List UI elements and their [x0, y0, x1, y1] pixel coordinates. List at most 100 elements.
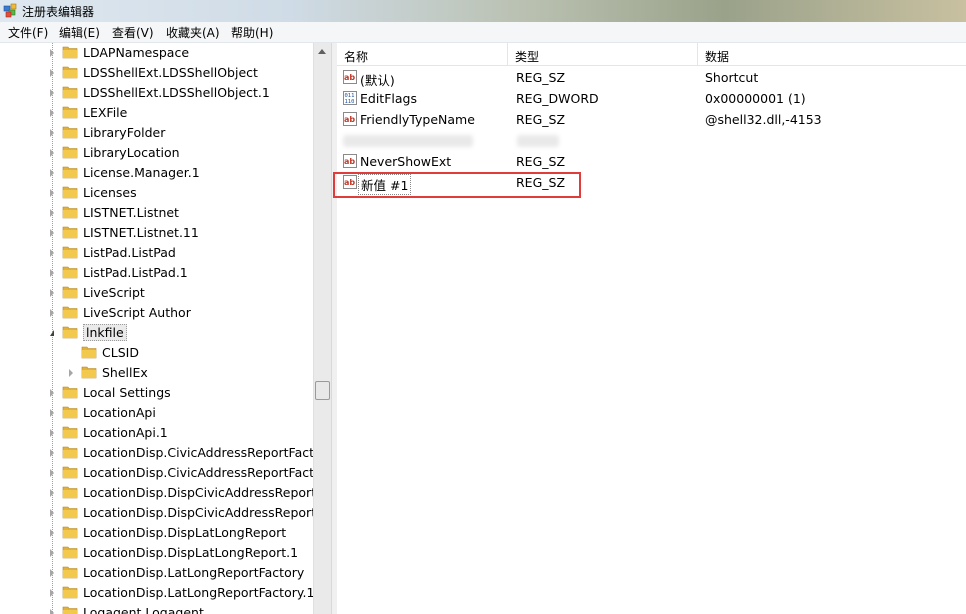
string-value-icon: ab: [343, 70, 357, 84]
tree-item[interactable]: Licenses: [0, 183, 313, 203]
registry-key-tree[interactable]: LDAPNamespace LDSShellExt.LDSShellObject L…: [0, 43, 313, 614]
collapsed-arrow-icon[interactable]: [50, 389, 54, 397]
collapsed-arrow-icon[interactable]: [50, 189, 54, 197]
tree-item[interactable]: LDSShellExt.LDSShellObject: [0, 63, 313, 83]
tree-item[interactable]: LocationDisp.CivicAddressReportFactory: [0, 463, 313, 483]
value-data: Shortcut: [705, 70, 759, 85]
tree-item[interactable]: LISTNET.Listnet: [0, 203, 313, 223]
tree-item[interactable]: LocationApi: [0, 403, 313, 423]
value-row[interactable]: 011 110 EditFlags REG_DWORD 0x00000001 (1): [337, 88, 966, 109]
collapsed-arrow-icon[interactable]: [50, 309, 54, 317]
collapsed-arrow-icon[interactable]: [50, 569, 54, 577]
tree-item[interactable]: Logagent.Logagent: [0, 603, 313, 614]
value-name: NeverShowExt: [360, 154, 452, 169]
collapsed-arrow-icon[interactable]: [50, 229, 54, 237]
collapsed-arrow-icon[interactable]: [50, 609, 54, 614]
list-header: 名称 类型 数据: [337, 43, 966, 66]
tree-item-label: LocationDisp.DispLatLongReport: [83, 525, 287, 540]
collapsed-arrow-icon[interactable]: [69, 369, 73, 377]
value-name: (默认): [360, 73, 395, 88]
tree-item[interactable]: LocationDisp.DispLatLongReport: [0, 523, 313, 543]
collapsed-arrow-icon[interactable]: [50, 589, 54, 597]
menu-favorites[interactable]: 收藏夹(A): [164, 24, 222, 41]
collapsed-arrow-icon[interactable]: [50, 109, 54, 117]
tree-item[interactable]: LiveScript: [0, 283, 313, 303]
tree-item[interactable]: LDSShellExt.LDSShellObject.1: [0, 83, 313, 103]
value-row[interactable]: ab (默认) REG_SZ Shortcut: [337, 67, 966, 88]
folder-icon: [62, 526, 78, 539]
tree-item-label: Logagent.Logagent: [83, 605, 204, 614]
collapsed-arrow-icon[interactable]: [50, 289, 54, 297]
collapsed-arrow-icon[interactable]: [50, 249, 54, 257]
folder-icon: [81, 366, 97, 379]
tree-item[interactable]: LISTNET.Listnet.11: [0, 223, 313, 243]
tree-item[interactable]: LocationApi.1: [0, 423, 313, 443]
tree-item-label: Licenses: [83, 185, 137, 200]
collapsed-arrow-icon[interactable]: [50, 49, 54, 57]
column-header-name[interactable]: 名称: [337, 43, 508, 65]
tree-item[interactable]: LibraryLocation: [0, 143, 313, 163]
scroll-thumb[interactable]: [315, 381, 330, 400]
tree-item[interactable]: LocationDisp.DispCivicAddressReport: [0, 483, 313, 503]
tree-vertical-scrollbar[interactable]: [313, 43, 331, 614]
collapsed-arrow-icon[interactable]: [50, 89, 54, 97]
redacted-text: [343, 135, 473, 147]
value-row[interactable]: ab NeverShowExt REG_SZ: [337, 151, 966, 172]
menu-help[interactable]: 帮助(H): [229, 24, 275, 41]
collapsed-arrow-icon[interactable]: [50, 489, 54, 497]
tree-item-label: lnkfile: [83, 324, 127, 341]
collapsed-arrow-icon[interactable]: [50, 549, 54, 557]
value-name: FriendlyTypeName: [360, 112, 475, 127]
tree-item[interactable]: ListPad.ListPad.1: [0, 263, 313, 283]
tree-item[interactable]: LEXFile: [0, 103, 313, 123]
tree-item-label: LocationDisp.CivicAddressReportFactory: [83, 465, 313, 480]
menu-view[interactable]: 查看(V): [110, 24, 156, 41]
collapsed-arrow-icon[interactable]: [50, 469, 54, 477]
tree-item-label: LocationDisp.LatLongReportFactory.1: [83, 585, 313, 600]
collapsed-arrow-icon[interactable]: [50, 129, 54, 137]
tree-item[interactable]: LocationDisp.LatLongReportFactory.1: [0, 583, 313, 603]
redacted-text: [517, 135, 559, 147]
collapsed-arrow-icon[interactable]: [50, 529, 54, 537]
value-row[interactable]: ab FriendlyTypeName REG_SZ @shell32.dll,-41…: [337, 109, 966, 130]
tree-item[interactable]: LocationDisp.LatLongReportFactory: [0, 563, 313, 583]
registry-values-list[interactable]: 名称 类型 数据 ab (默认) REG_SZ Shortcut 011 110 EditF…: [337, 43, 966, 614]
tree-item[interactable]: LibraryFolder: [0, 123, 313, 143]
value-row[interactable]: [337, 130, 966, 151]
tree-item[interactable]: LocationDisp.DispCivicAddressReport.1: [0, 503, 313, 523]
collapsed-arrow-icon[interactable]: [50, 429, 54, 437]
folder-icon: [62, 206, 78, 219]
collapsed-arrow-icon[interactable]: [50, 449, 54, 457]
tree-item[interactable]: LocationDisp.CivicAddressReportFactory: [0, 443, 313, 463]
column-header-type[interactable]: 类型: [508, 43, 698, 65]
collapsed-arrow-icon[interactable]: [50, 209, 54, 217]
expanded-arrow-icon[interactable]: [50, 330, 54, 336]
collapsed-arrow-icon[interactable]: [50, 169, 54, 177]
tree-item[interactable]: License.Manager.1: [0, 163, 313, 183]
scroll-up-arrow-icon[interactable]: [318, 49, 326, 54]
tree-item[interactable]: LocationDisp.DispLatLongReport.1: [0, 543, 313, 563]
folder-icon: [62, 46, 78, 59]
folder-icon: [62, 146, 78, 159]
tree-item[interactable]: LDAPNamespace: [0, 43, 313, 63]
menu-file[interactable]: 文件(F): [6, 24, 50, 41]
tree-item-label: LDSShellExt.LDSShellObject.1: [83, 85, 270, 100]
collapsed-arrow-icon[interactable]: [50, 509, 54, 517]
column-header-data[interactable]: 数据: [698, 43, 965, 65]
tree-item-label: LISTNET.Listnet: [83, 205, 179, 220]
collapsed-arrow-icon[interactable]: [50, 409, 54, 417]
tree-item-label: LDSShellExt.LDSShellObject: [83, 65, 258, 80]
tree-item[interactable]: CLSID: [0, 343, 313, 363]
menu-edit[interactable]: 编辑(E): [57, 24, 102, 41]
folder-icon: [62, 286, 78, 299]
tree-item[interactable]: ShellEx: [0, 363, 313, 383]
tree-item[interactable]: LiveScript Author: [0, 303, 313, 323]
collapsed-arrow-icon[interactable]: [50, 69, 54, 77]
collapsed-arrow-icon[interactable]: [50, 269, 54, 277]
tree-item[interactable]: lnkfile: [0, 323, 313, 343]
folder-icon: [62, 186, 78, 199]
tree-item[interactable]: ListPad.ListPad: [0, 243, 313, 263]
value-data: @shell32.dll,-4153: [705, 112, 822, 127]
collapsed-arrow-icon[interactable]: [50, 149, 54, 157]
tree-item[interactable]: Local Settings: [0, 383, 313, 403]
